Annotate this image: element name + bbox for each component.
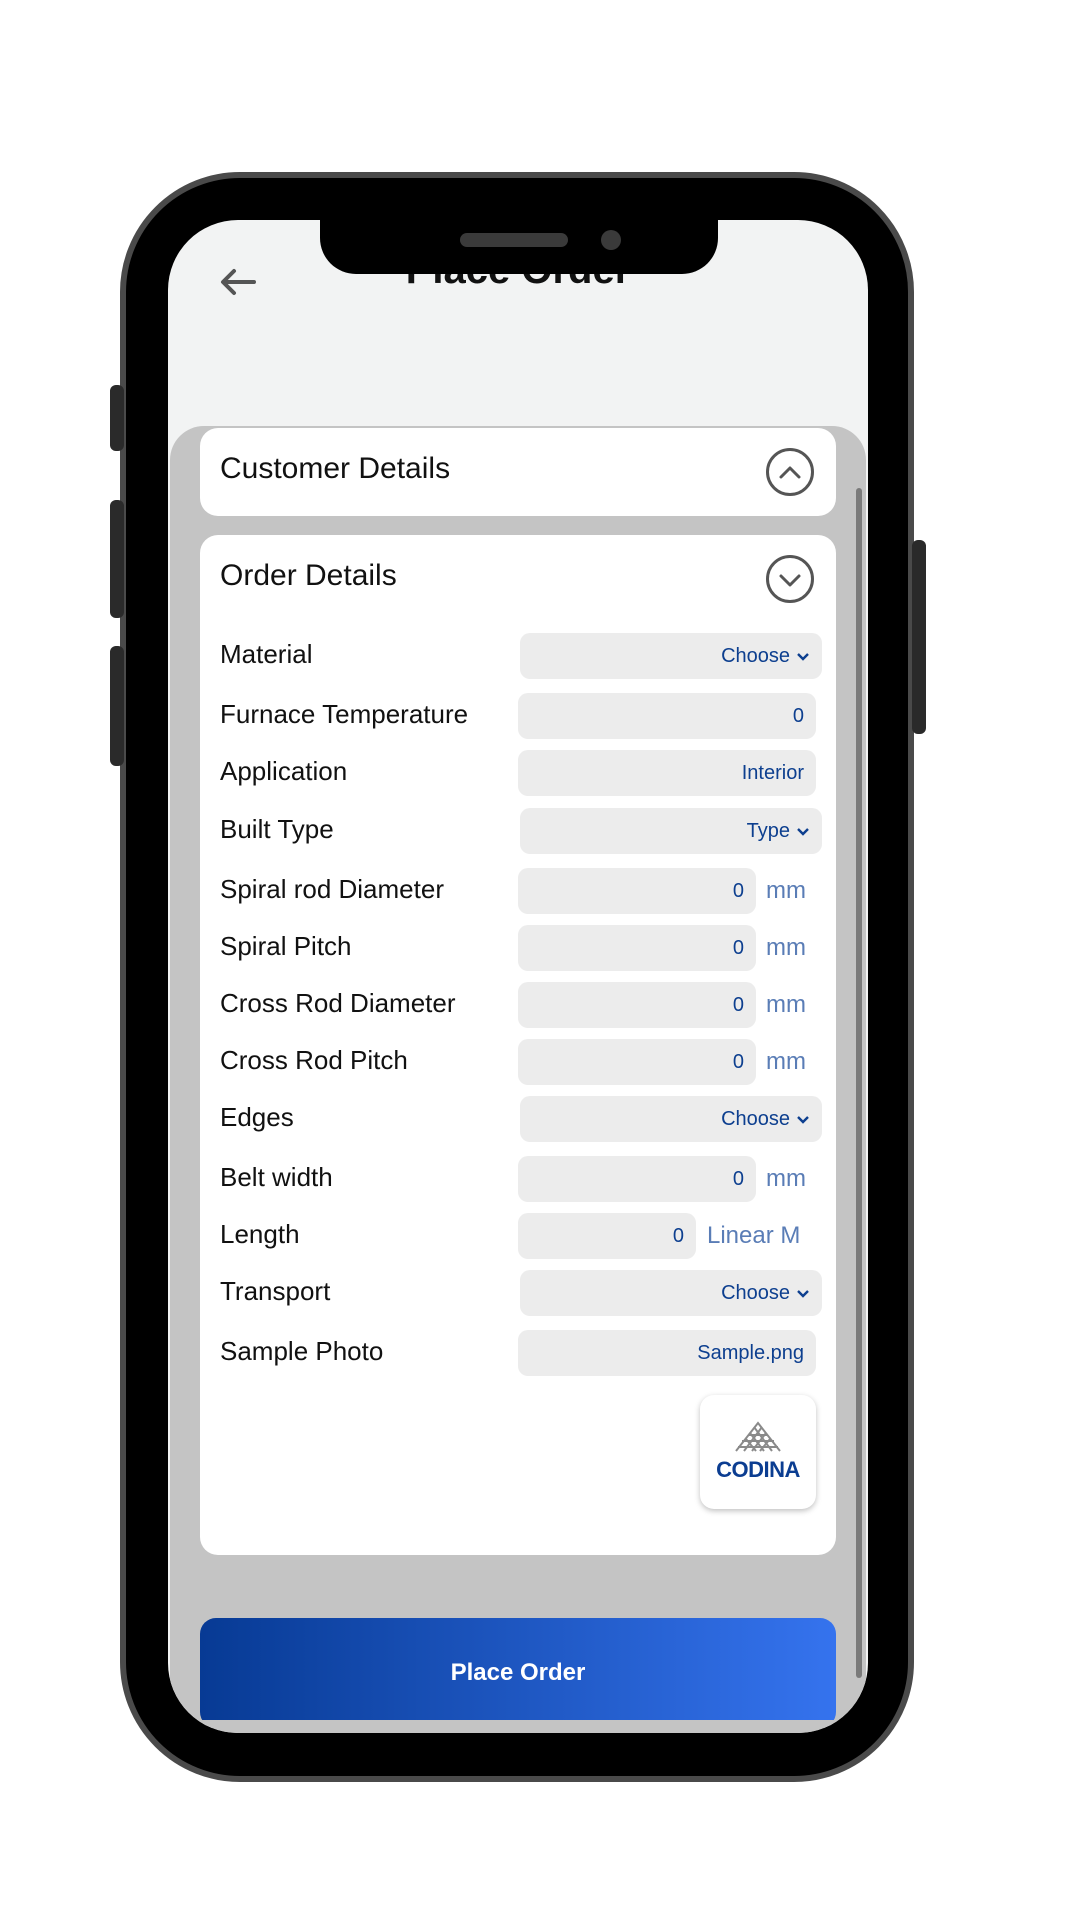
unit-spiral-rod-diameter: mm [766,877,806,904]
order-details-card: Order Details Material Choose Furnace Te… [200,535,836,1555]
label-furnace-temperature: Furnace Temperature [220,699,469,729]
spiral-rod-diameter-input[interactable]: 0 [518,868,756,914]
chevron-down-icon [797,1289,809,1298]
length-input[interactable]: 0 [518,1213,696,1259]
cross-rod-pitch-input[interactable]: 0 [518,1039,756,1085]
label-cross-rod-pitch: Cross Rod Pitch [220,1045,408,1075]
transport-value: Choose [721,1282,790,1304]
sample-photo-thumbnail[interactable]: CODINA [700,1395,816,1509]
chevron-down-icon [797,1115,809,1124]
label-spiral-pitch: Spiral Pitch [220,931,352,961]
label-length: Length [220,1219,300,1249]
spiral-pitch-input[interactable]: 0 [518,925,756,971]
edges-dropdown[interactable]: Choose [520,1096,822,1142]
label-spiral-rod-diameter: Spiral rod Diameter [220,874,444,904]
material-dropdown[interactable]: Choose [520,633,822,679]
speaker [460,233,568,247]
label-cross-rod-diameter: Cross Rod Diameter [220,988,456,1018]
unit-length: Linear M [707,1222,801,1249]
unit-spiral-pitch: mm [766,934,806,961]
belt-width-input[interactable]: 0 [518,1156,756,1202]
label-application: Application [220,756,348,786]
codina-logo-text: CODINA [716,1457,800,1482]
customer-details-title: Customer Details [220,452,451,485]
screen: Place Order Customer Details Order Detai… [168,220,868,1733]
place-order-button[interactable]: Place Order [200,1618,836,1728]
order-details-title: Order Details [220,559,397,592]
unit-belt-width: mm [766,1165,806,1192]
side-button-mute [110,385,124,451]
label-transport: Transport [220,1276,331,1306]
label-built-type: Built Type [220,814,334,844]
edges-value: Choose [721,1108,790,1130]
built-type-dropdown[interactable]: Type [520,808,822,854]
material-value: Choose [721,645,790,667]
mesh-logo-icon [735,1421,781,1452]
sample-photo-input[interactable]: Sample.png [518,1330,816,1376]
notch [320,220,718,274]
built-type-value: Type [746,820,790,842]
unit-cross-rod-diameter: mm [766,991,806,1018]
label-belt-width: Belt width [220,1162,333,1192]
side-button-volume-up [110,500,124,618]
transport-dropdown[interactable]: Choose [520,1270,822,1316]
customer-details-card[interactable]: Customer Details [200,428,836,516]
chevron-up-icon[interactable] [766,448,814,496]
unit-cross-rod-pitch: mm [766,1048,806,1075]
chevron-down-icon [797,652,809,661]
side-button-volume-down [110,646,124,766]
furnace-temperature-input[interactable]: 0 [518,693,816,739]
cross-rod-diameter-input[interactable]: 0 [518,982,756,1028]
label-sample-photo: Sample Photo [220,1336,384,1366]
side-button-power [912,540,926,734]
bottom-strip [200,1720,836,1728]
application-input[interactable]: Interior [518,750,816,796]
camera [601,230,621,250]
chevron-down-icon [797,827,809,836]
scrollbar[interactable] [856,488,862,1678]
label-edges: Edges [220,1102,294,1132]
label-material: Material [220,639,313,669]
chevron-down-icon[interactable] [766,555,814,603]
